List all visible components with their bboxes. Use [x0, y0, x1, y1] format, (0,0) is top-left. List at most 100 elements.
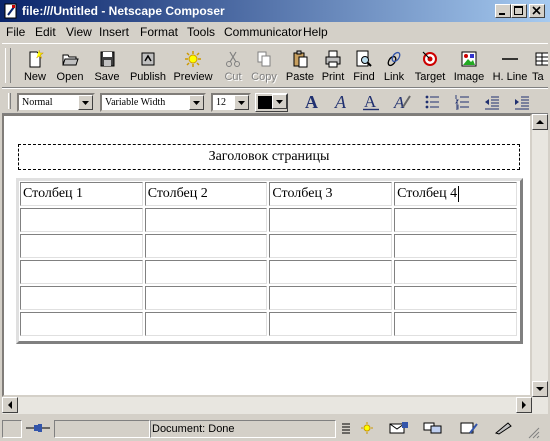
clear-styles-icon: A — [393, 93, 411, 112]
mail-icon[interactable] — [388, 421, 410, 435]
indent-button[interactable] — [510, 91, 534, 113]
title-bar[interactable]: file:///Untitled - Netscape Composer — [0, 0, 550, 22]
table-cell[interactable] — [20, 286, 143, 310]
security-icon[interactable] — [340, 421, 352, 435]
table-cell[interactable] — [144, 208, 268, 232]
table-cell[interactable] — [394, 234, 517, 258]
table-cell[interactable] — [144, 286, 268, 310]
scroll-left-button[interactable] — [2, 397, 18, 413]
table-cell[interactable] — [20, 260, 143, 284]
font-face-select[interactable]: Variable Width — [100, 93, 206, 112]
table-label: Ta — [532, 71, 544, 83]
status-progress-panel — [54, 420, 150, 438]
font-size-select[interactable]: 12 — [211, 93, 251, 112]
navigator-icon[interactable] — [358, 421, 376, 435]
print-button[interactable]: Print — [316, 47, 350, 87]
numbered-list-button[interactable] — [450, 91, 474, 113]
table-cell[interactable] — [269, 260, 393, 284]
image-button[interactable]: Image — [452, 47, 486, 87]
save-button[interactable]: Save — [90, 47, 124, 87]
table-cell[interactable] — [269, 208, 393, 232]
link-label: Link — [383, 71, 405, 83]
table-cell[interactable]: Столбец 4 — [394, 182, 517, 206]
pen-icon[interactable] — [493, 421, 515, 435]
connection-plug-icon[interactable] — [25, 421, 51, 435]
copy-button[interactable]: Copy — [247, 47, 281, 87]
chevron-down-icon[interactable] — [78, 95, 93, 110]
scroll-right-button[interactable] — [516, 397, 532, 413]
table-cell[interactable]: Столбец 1 — [20, 182, 143, 206]
table-cell[interactable] — [20, 234, 143, 258]
cut-label: Cut — [224, 71, 242, 83]
table-cell[interactable] — [144, 260, 268, 284]
chevron-down-icon[interactable] — [272, 94, 287, 109]
open-button[interactable]: Open — [53, 47, 87, 87]
resize-grip-icon[interactable] — [526, 425, 540, 439]
scroll-up-button[interactable] — [532, 114, 548, 130]
preview-button[interactable]: Preview — [172, 47, 214, 87]
paragraph-style-select[interactable]: Normal — [17, 93, 95, 112]
print-label: Print — [321, 71, 345, 83]
publish-button[interactable]: Publish — [128, 47, 168, 87]
vertical-scrollbar[interactable] — [532, 114, 548, 397]
table-cell[interactable] — [269, 312, 393, 336]
underline-button[interactable]: A — [359, 91, 383, 113]
document-table[interactable]: Столбец 1 Столбец 2 Столбец 3 Столбец 4 — [16, 178, 523, 344]
find-button[interactable]: Find — [347, 47, 381, 87]
discussion-icon[interactable] — [422, 421, 444, 435]
horizontal-scrollbar[interactable] — [2, 397, 548, 414]
text-color-button[interactable] — [255, 93, 288, 112]
horizontal-line-button[interactable]: H. Line — [491, 47, 529, 87]
outdent-button[interactable] — [480, 91, 504, 113]
table-cell[interactable] — [394, 208, 517, 232]
save-label: Save — [94, 71, 120, 83]
page-heading[interactable]: Заголовок страницы — [18, 144, 520, 170]
menu-insert[interactable]: Insert — [99, 25, 129, 39]
bulleted-list-button[interactable] — [420, 91, 444, 113]
menu-bar: File Edit View Insert Format Tools Commu… — [0, 23, 550, 41]
clear-styles-button[interactable]: A — [390, 91, 414, 113]
table-cell[interactable] — [20, 312, 143, 336]
link-button[interactable]: Link — [377, 47, 411, 87]
toolbar-grip[interactable] — [5, 48, 11, 83]
chevron-down-icon[interactable] — [189, 95, 204, 110]
new-button[interactable]: New — [18, 47, 52, 87]
table-cell[interactable]: Столбец 3 — [269, 182, 393, 206]
table-row — [20, 286, 517, 310]
cut-button[interactable]: Cut — [216, 47, 250, 87]
scroll-down-button[interactable] — [532, 381, 548, 397]
menu-tools[interactable]: Tools — [187, 25, 215, 39]
table-cell[interactable] — [394, 260, 517, 284]
svg-text:A: A — [334, 93, 347, 111]
table-cell[interactable] — [144, 234, 268, 258]
menu-file[interactable]: File — [6, 25, 25, 39]
menu-communicator[interactable]: Communicator — [224, 25, 302, 39]
menu-edit[interactable]: Edit — [35, 25, 56, 39]
minimize-button[interactable] — [495, 4, 511, 18]
bold-button[interactable]: A — [300, 91, 324, 113]
target-button[interactable]: Target — [411, 47, 449, 87]
table-cell[interactable] — [144, 312, 268, 336]
paste-button[interactable]: Paste — [283, 47, 317, 87]
composer-icon[interactable] — [458, 421, 480, 435]
chevron-down-icon[interactable] — [234, 95, 249, 110]
format-toolbar-grip[interactable] — [8, 93, 11, 109]
menu-view[interactable]: View — [66, 25, 92, 39]
maximize-button[interactable] — [511, 4, 527, 18]
table-cell[interactable]: Столбец 2 — [144, 182, 268, 206]
table-cell[interactable] — [269, 234, 393, 258]
table-cell[interactable] — [394, 312, 517, 336]
numbered-list-icon — [455, 95, 469, 110]
table-cell[interactable] — [269, 286, 393, 310]
menu-help[interactable]: Help — [303, 25, 328, 39]
editor-canvas[interactable]: Заголовок страницы Столбец 1 Столбец 2 С… — [2, 114, 532, 397]
table-cell[interactable] — [20, 208, 143, 232]
menu-format[interactable]: Format — [140, 25, 178, 39]
italic-button[interactable]: A — [330, 91, 354, 113]
composer-window: file:///Untitled - Netscape Composer Fil… — [0, 0, 550, 441]
open-label: Open — [56, 71, 84, 83]
table-cell[interactable] — [394, 286, 517, 310]
close-button[interactable] — [529, 4, 545, 18]
new-label: New — [23, 71, 46, 83]
table-button[interactable]: Ta — [532, 47, 548, 87]
